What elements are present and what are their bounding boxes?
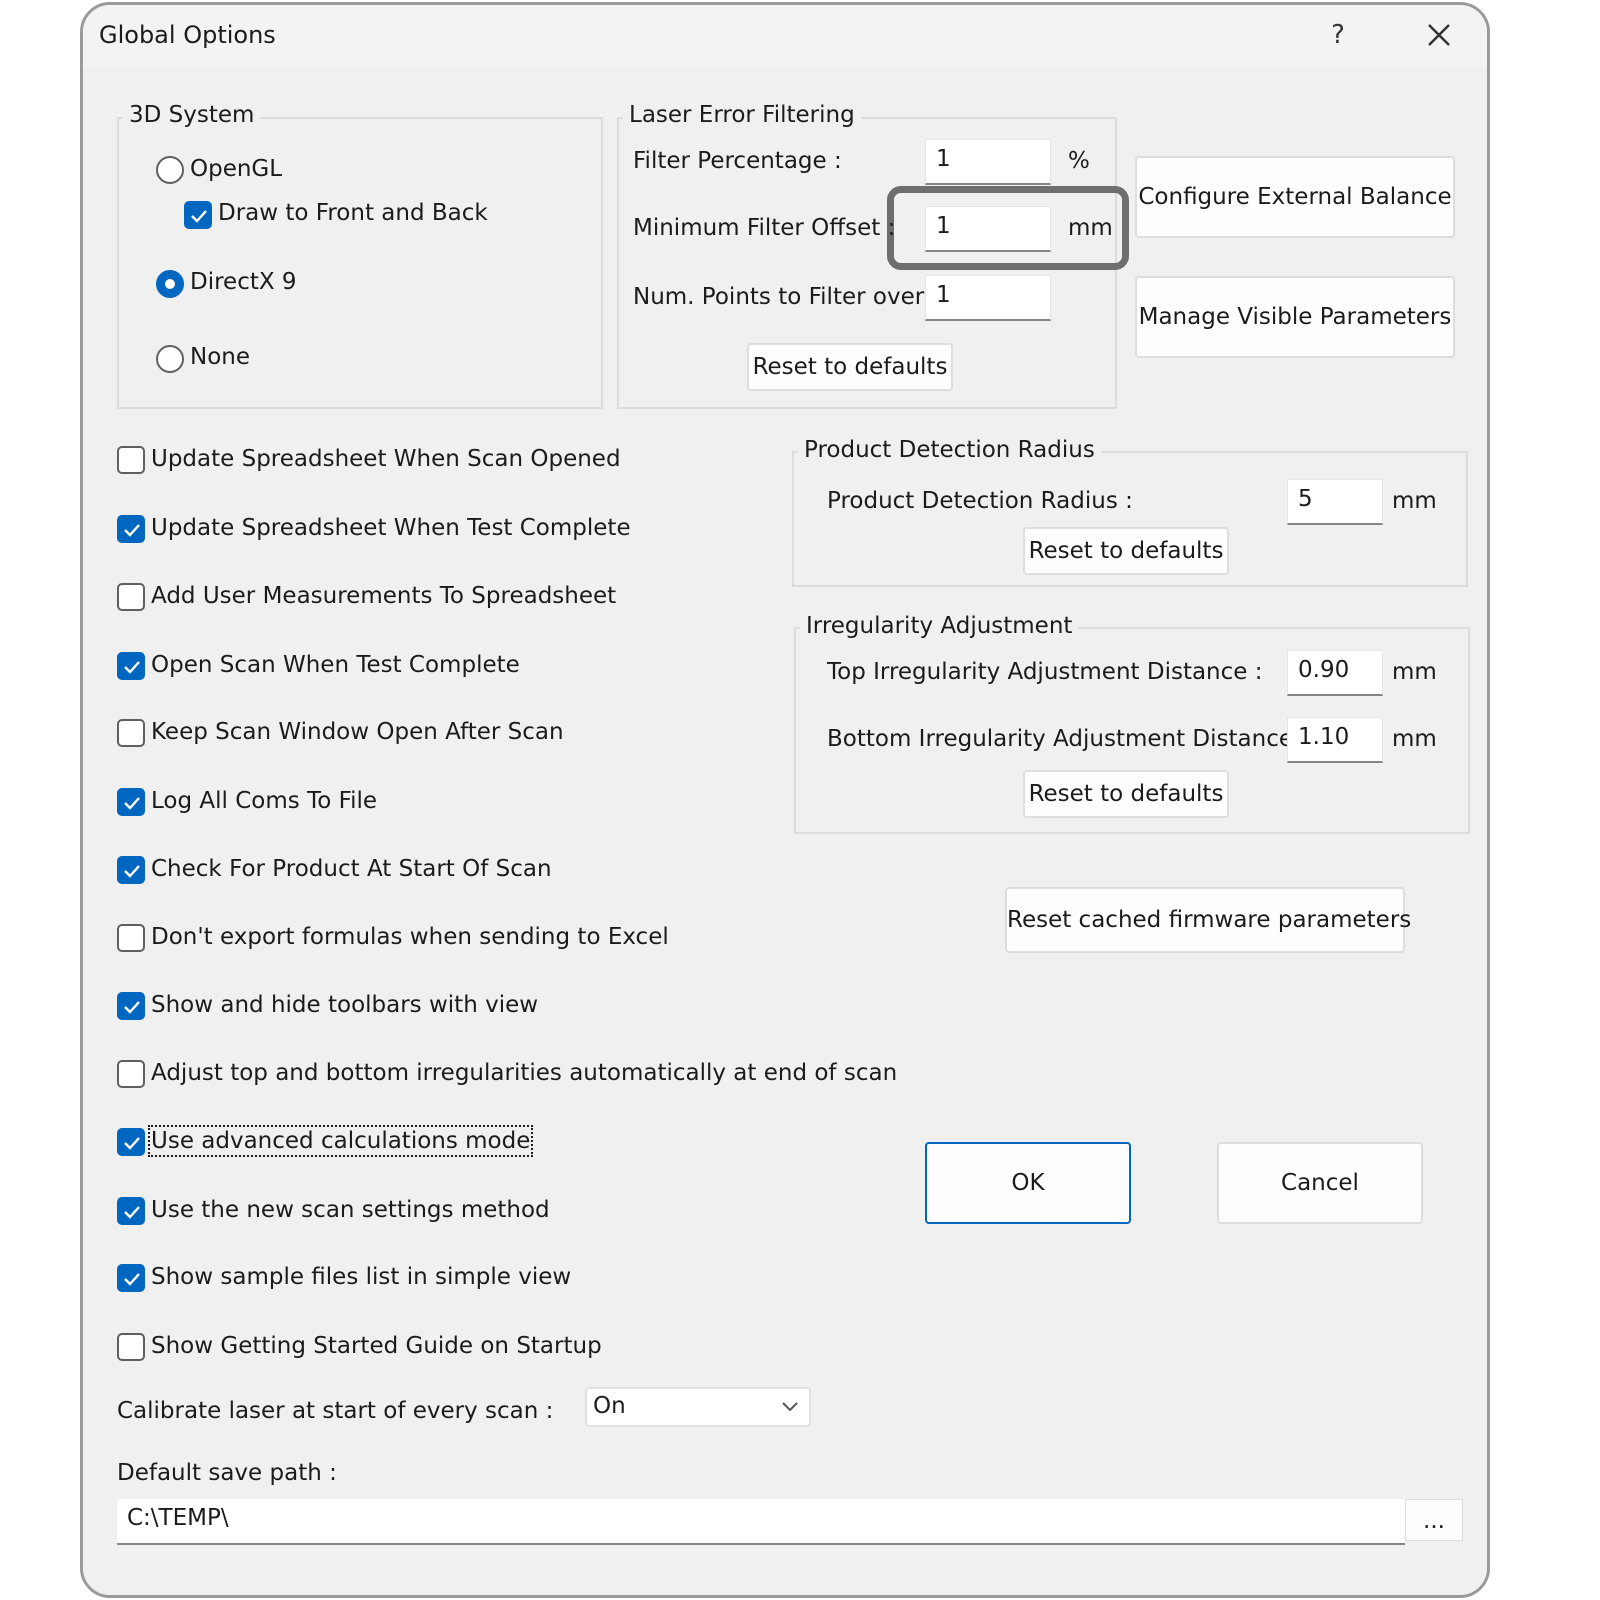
checkbox-label[interactable]: Use advanced calculations mode [147,1125,534,1157]
radio-opengl-label[interactable]: OpenGL [190,156,282,182]
checkbox-draw-front-back[interactable] [184,201,212,229]
checkmark-icon [191,210,207,223]
checkmark-icon [124,1137,140,1150]
checkbox-show-hide-toolbars[interactable] [117,992,145,1020]
group-irregularity-adjustment-title: Irregularity Adjustment [800,613,1079,639]
radio-none[interactable] [156,345,184,373]
browse-path-button[interactable]: ... [1405,1499,1463,1541]
checkbox-log-all-coms[interactable] [117,788,145,816]
window-title: Global Options [99,21,276,49]
chevron-down-icon [782,1402,798,1412]
checkbox-check-product-start-scan[interactable] [117,856,145,884]
irregularity-reset-button[interactable]: Reset to defaults [1023,770,1229,818]
checkbox-label[interactable]: Show Getting Started Guide on Startup [151,1333,602,1359]
checkbox-label[interactable]: Use the new scan settings method [151,1197,550,1223]
bottom-irregularity-input[interactable]: 1.10 [1287,717,1383,763]
calibrate-laser-value: On [593,1393,626,1419]
product-detection-radius-input[interactable]: 5 [1287,479,1383,525]
checkbox-label[interactable]: Update Spreadsheet When Test Complete [151,515,631,541]
group-laser-error-filtering-title: Laser Error Filtering [623,102,861,128]
bottom-irregularity-label: Bottom Irregularity Adjustment Distance … [827,726,1309,752]
checkbox-label[interactable]: Don't export formulas when sending to Ex… [151,924,669,950]
checkbox-label[interactable]: Log All Coms To File [151,788,377,814]
checkbox-draw-front-back-label[interactable]: Draw to Front and Back [218,200,488,226]
checkmark-icon [124,524,140,537]
checkbox-label[interactable]: Update Spreadsheet When Scan Opened [151,446,621,472]
reset-cached-firmware-button[interactable]: Reset cached firmware parameters [1005,887,1411,953]
checkbox-label[interactable]: Show sample files list in simple view [151,1264,571,1290]
group-product-detection-radius-title: Product Detection Radius [798,437,1101,463]
checkbox-label[interactable]: Open Scan When Test Complete [151,652,520,678]
checkbox-dont-export-formulas[interactable] [117,924,145,952]
checkbox-add-user-measurements[interactable] [117,583,145,611]
product-detection-radius-unit: mm [1392,488,1437,514]
global-options-dialog: Global Options ? 3D System OpenGL Draw t… [80,2,1490,1598]
checkbox-getting-started-guide[interactable] [117,1333,145,1361]
checkbox-label[interactable]: Check For Product At Start Of Scan [151,856,552,882]
manage-visible-parameters-button[interactable]: Manage Visible Parameters [1135,276,1455,358]
filter-percentage-input[interactable]: 1 [925,139,1051,185]
min-filter-offset-unit: mm [1068,215,1113,241]
checkbox-new-scan-settings[interactable] [117,1197,145,1225]
checkbox-label[interactable]: Add User Measurements To Spreadsheet [151,583,616,609]
close-icon [1428,24,1450,46]
top-irregularity-label: Top Irregularity Adjustment Distance : [827,659,1263,685]
top-irregularity-unit: mm [1392,659,1437,685]
checkmark-icon [124,797,140,810]
num-points-label: Num. Points to Filter over : [633,284,940,310]
filter-percentage-label: Filter Percentage : [633,148,842,174]
close-button[interactable] [1411,9,1467,61]
checkbox-update-spreadsheet-scan-opened[interactable] [117,446,145,474]
checkmark-icon [124,1206,140,1219]
product-detection-reset-button[interactable]: Reset to defaults [1023,527,1229,575]
default-save-path-label: Default save path : [117,1460,337,1486]
checkbox-update-spreadsheet-test-complete[interactable] [117,515,145,543]
checkmark-icon [124,865,140,878]
checkbox-label[interactable]: Adjust top and bottom irregularities aut… [151,1060,897,1086]
radio-directx9[interactable] [156,270,184,298]
checkmark-icon [124,1001,140,1014]
checkbox-keep-scan-window-open[interactable] [117,719,145,747]
checkbox-open-scan-test-complete[interactable] [117,652,145,680]
top-irregularity-input[interactable]: 0.90 [1287,650,1383,696]
calibrate-laser-select[interactable]: On [585,1387,811,1427]
product-detection-radius-label: Product Detection Radius : [827,488,1133,514]
default-save-path-input[interactable]: C:\TEMP\ [117,1499,1405,1545]
dialog-content: 3D System OpenGL Draw to Front and Back … [83,67,1487,1595]
checkbox-label[interactable]: Keep Scan Window Open After Scan [151,719,564,745]
checkbox-adjust-irregularities[interactable] [117,1060,145,1088]
bottom-irregularity-unit: mm [1392,726,1437,752]
checkbox-label[interactable]: Show and hide toolbars with view [151,992,538,1018]
ok-button[interactable]: OK [925,1142,1131,1224]
min-filter-offset-input[interactable]: 1 [925,206,1051,252]
title-bar: Global Options ? [83,5,1487,67]
radio-directx9-label[interactable]: DirectX 9 [190,269,297,295]
group-3d-system-title: 3D System [123,102,261,128]
calibrate-laser-label: Calibrate laser at start of every scan : [117,1398,554,1424]
checkmark-icon [124,1273,140,1286]
checkmark-icon [124,661,140,674]
laser-reset-defaults-button[interactable]: Reset to defaults [747,343,953,391]
configure-external-balance-button[interactable]: Configure External Balance [1135,156,1455,238]
radio-opengl[interactable] [156,156,184,184]
checkbox-sample-files-simple-view[interactable] [117,1264,145,1292]
cancel-button[interactable]: Cancel [1217,1142,1423,1224]
checkbox-advanced-calculations[interactable] [117,1128,145,1156]
num-points-input[interactable]: 1 [925,275,1051,321]
min-filter-offset-label: Minimum Filter Offset : [633,215,896,241]
radio-none-label[interactable]: None [190,344,250,370]
help-button[interactable]: ? [1310,9,1366,61]
filter-percentage-unit: % [1068,148,1090,174]
